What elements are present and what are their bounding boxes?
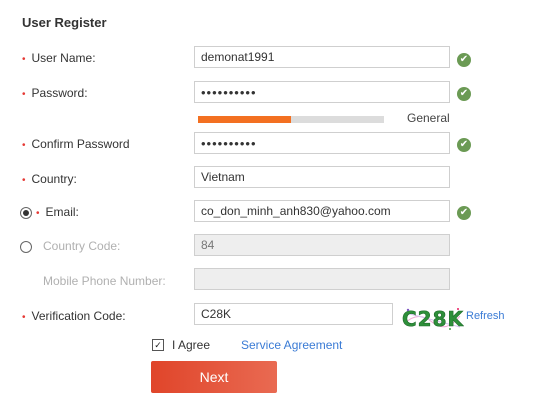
- required-icon: •: [22, 175, 26, 186]
- email-input[interactable]: [194, 200, 450, 222]
- username-label-row: • User Name:: [22, 47, 96, 69]
- verification-input[interactable]: [194, 303, 393, 325]
- password-input[interactable]: [194, 81, 450, 103]
- refresh-captcha-link[interactable]: Refresh: [466, 310, 505, 322]
- next-button[interactable]: Next: [151, 361, 277, 393]
- mobile-phone-label: Mobile Phone Number:: [43, 274, 166, 288]
- email-label: Email:: [45, 205, 79, 219]
- verification-label: Verification Code:: [31, 309, 126, 323]
- confirm-password-input[interactable]: [194, 132, 450, 154]
- username-label: User Name:: [31, 51, 96, 65]
- password-strength-fill: [198, 116, 291, 123]
- verification-label-row: • Verification Code:: [22, 305, 126, 327]
- captcha-image: C28K: [402, 304, 464, 332]
- phone-radio[interactable]: [20, 241, 32, 253]
- password-label-row: • Password:: [22, 82, 88, 104]
- required-icon: •: [36, 208, 40, 219]
- required-icon: •: [22, 312, 26, 323]
- country-code-label: Country Code:: [43, 239, 121, 253]
- captcha-text: C28K: [402, 307, 464, 331]
- check-circle-icon: ✔: [457, 87, 471, 101]
- required-icon: •: [22, 54, 26, 65]
- agree-checkbox[interactable]: ✓: [152, 339, 164, 351]
- check-circle-icon: ✔: [457, 53, 471, 67]
- confirm-password-label-row: • Confirm Password: [22, 133, 130, 155]
- password-label: Password:: [31, 86, 88, 100]
- mobile-phone-input[interactable]: [194, 268, 450, 290]
- country-code-input[interactable]: [194, 234, 450, 256]
- username-input[interactable]: [194, 46, 450, 68]
- check-circle-icon: ✔: [457, 206, 471, 220]
- country-label: Country:: [31, 172, 77, 186]
- check-circle-icon: ✔: [457, 138, 471, 152]
- page-title: User Register: [22, 15, 107, 30]
- password-strength-bar: [198, 116, 384, 123]
- email-label-row: • Email:: [36, 201, 79, 223]
- country-label-row: • Country:: [22, 168, 77, 190]
- email-radio[interactable]: [20, 207, 32, 219]
- password-strength-label: General: [407, 111, 450, 125]
- agree-label: I Agree: [172, 338, 211, 352]
- confirm-password-label: Confirm Password: [31, 137, 130, 151]
- required-icon: •: [22, 140, 26, 151]
- required-icon: •: [22, 89, 26, 100]
- country-input[interactable]: [194, 166, 450, 188]
- service-agreement-link[interactable]: Service Agreement: [241, 338, 342, 352]
